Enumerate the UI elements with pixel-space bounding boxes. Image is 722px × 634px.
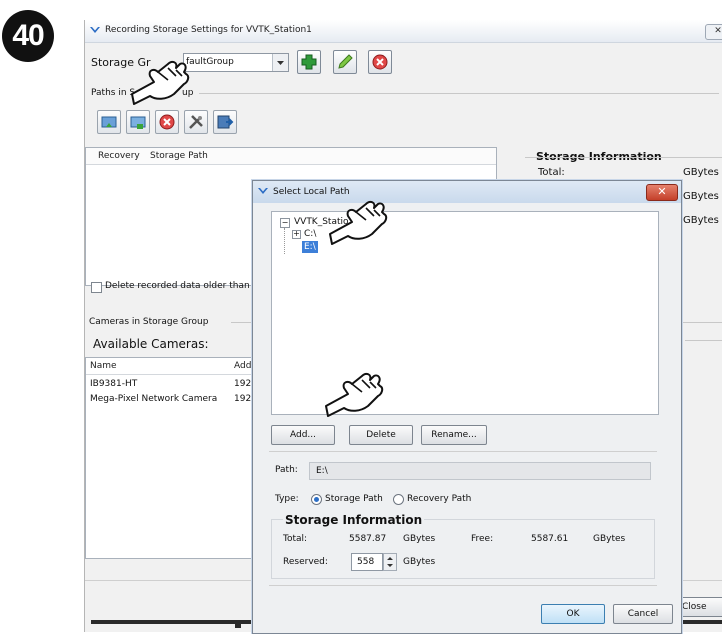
reserved-unit: GBytes xyxy=(403,557,436,567)
green-plus-icon xyxy=(301,54,317,70)
red-x-icon xyxy=(372,54,388,70)
column-recovery[interactable]: Recovery xyxy=(98,151,140,161)
vivotek-app-icon xyxy=(258,188,268,194)
edit-path-tool-button[interactable] xyxy=(126,110,150,134)
main-window-title: Recording Storage Settings for VVTK_Stat… xyxy=(105,25,312,35)
dialog-total-label: Total: xyxy=(283,534,308,544)
edit-path-icon xyxy=(130,116,146,129)
dialog-bottom-separator xyxy=(269,585,657,586)
bottom-bar-left xyxy=(91,620,251,624)
dialog-free-label: Free: xyxy=(471,534,494,544)
column-name[interactable]: Name xyxy=(90,361,117,371)
reserved-spinner[interactable] xyxy=(383,553,397,571)
paths-group-line xyxy=(199,93,719,94)
spinner-arrows-icon xyxy=(387,557,393,567)
plus-icon: + xyxy=(293,229,300,238)
cancel-button[interactable]: Cancel xyxy=(613,604,673,624)
column-storage-path[interactable]: Storage Path xyxy=(150,151,208,161)
tree-guide-line xyxy=(284,228,286,254)
dialog-free-value: 5587.61 xyxy=(531,534,569,544)
storage-path-radio[interactable] xyxy=(311,494,322,505)
pointing-hand-icon xyxy=(325,372,384,417)
cameras-group-label: Cameras in Storage Group xyxy=(89,317,209,327)
edit-storage-group-button[interactable] xyxy=(333,50,357,74)
available-cameras-list[interactable]: Name Addr IB9381-HT 192. Mega-Pixel Netw… xyxy=(85,357,267,559)
delete-storage-group-button[interactable] xyxy=(368,50,392,74)
path-field[interactable]: E:\ xyxy=(309,462,651,480)
reserved-input[interactable]: 558 xyxy=(351,553,383,571)
dialog-storage-info-title: Storage Information xyxy=(283,513,425,527)
paths-table-header: Recovery Storage Path xyxy=(86,148,496,165)
storage-group-select[interactable]: faultGroup xyxy=(183,53,289,72)
delete-older-checkbox[interactable] xyxy=(91,282,102,293)
pointing-hand-icon xyxy=(329,200,388,245)
reserved-label: Reserved: xyxy=(283,557,328,567)
add-path-button[interactable]: Add... xyxy=(271,425,335,445)
cameras-list-header: Name Addr xyxy=(86,358,266,375)
settings-tool-button[interactable] xyxy=(184,110,208,134)
camera-name: Mega-Pixel Network Camera xyxy=(90,394,218,404)
delete-path-button[interactable]: Delete xyxy=(349,425,413,445)
dialog-close-button[interactable]: ✕ xyxy=(646,184,678,201)
tree-node-e-drive-highlight[interactable]: E:\ xyxy=(302,241,318,253)
dialog-total-value: 5587.87 xyxy=(349,534,387,544)
main-titlebar: Recording Storage Settings for VVTK_Stat… xyxy=(85,20,722,43)
storage-info-free-unit: GBytes xyxy=(683,191,719,202)
bottom-bar-right xyxy=(681,620,722,624)
close-icon: ✕ xyxy=(657,185,667,198)
reserved-value: 558 xyxy=(357,557,375,567)
path-value: E:\ xyxy=(316,466,328,476)
dialog-total-unit: GBytes xyxy=(403,534,436,544)
dialog-free-unit: GBytes xyxy=(593,534,626,544)
storage-info-reserved-unit: GBytes xyxy=(683,215,719,226)
recovery-path-radio-label: Recovery Path xyxy=(407,494,472,504)
remove-path-tool-button[interactable] xyxy=(155,110,179,134)
dialog-titlebar: Select Local Path ✕ xyxy=(253,181,681,203)
tree-node-e-drive: E:\ xyxy=(304,242,316,252)
vivotek-app-icon xyxy=(90,27,100,33)
red-x-icon xyxy=(159,114,175,130)
main-close-button[interactable]: ✕ xyxy=(705,24,722,40)
add-storage-group-button[interactable] xyxy=(297,50,321,74)
select-local-path-dialog: Select Local Path ✕ − VVTK_Statio + C:\ … xyxy=(252,180,682,634)
camera-name: IB9381-HT xyxy=(90,379,138,389)
minus-icon: − xyxy=(281,218,289,227)
type-label: Type: xyxy=(275,494,299,504)
storage-path-radio-label: Storage Path xyxy=(325,494,383,504)
camera-row[interactable]: Mega-Pixel Network Camera 192. xyxy=(86,393,266,407)
camera-row[interactable]: IB9381-HT 192. xyxy=(86,378,266,392)
tree-expand-toggle[interactable]: + xyxy=(292,230,301,239)
tree-collapse-toggle[interactable]: − xyxy=(280,218,290,228)
close-button[interactable]: Close xyxy=(679,597,722,617)
pencil-icon xyxy=(338,54,353,69)
available-cameras-label: Available Cameras: xyxy=(93,337,209,351)
add-path-icon xyxy=(101,116,117,128)
delete-older-label: Delete recorded data older than xyxy=(105,281,250,291)
save-arrow-icon xyxy=(217,115,234,129)
storage-info-total-unit: GBytes xyxy=(683,167,719,178)
bottom-bar-notch xyxy=(235,620,241,628)
recovery-path-radio[interactable] xyxy=(393,494,404,505)
right-divider xyxy=(685,340,722,341)
export-tool-button[interactable] xyxy=(213,110,237,134)
rename-path-button[interactable]: Rename... xyxy=(421,425,487,445)
storage-info-total-label: Total: xyxy=(538,167,565,178)
dropdown-arrow-icon[interactable] xyxy=(272,54,288,71)
pointing-hand-icon xyxy=(131,60,190,105)
close-icon: ✕ xyxy=(714,26,722,36)
step-number-badge: 40 xyxy=(2,10,54,62)
ok-button[interactable]: OK xyxy=(541,604,605,624)
dialog-storage-info-box xyxy=(271,519,655,579)
path-label: Path: xyxy=(275,465,298,475)
dialog-separator xyxy=(269,451,657,452)
tree-node-c-drive[interactable]: C:\ xyxy=(304,229,316,239)
add-path-tool-button[interactable] xyxy=(97,110,121,134)
tools-icon xyxy=(189,115,203,129)
storage-info-line xyxy=(525,157,722,158)
